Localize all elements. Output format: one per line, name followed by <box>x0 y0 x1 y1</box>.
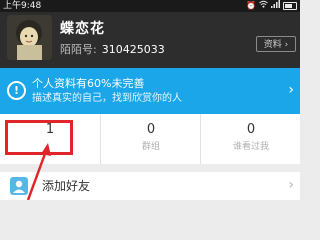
profile-id: 陌陌号: 310425033 <box>60 43 165 56</box>
status-time: 上午9:48 <box>3 1 42 11</box>
stat-label: 群组 <box>141 142 160 152</box>
notice-title: 个人资料有60%未完善 <box>32 77 145 90</box>
status-icons: ⏰ <box>246 0 297 12</box>
status-bar: 上午9:48 ⏰ <box>0 0 300 12</box>
add-person-icon <box>10 177 28 195</box>
profile-button[interactable]: 资料 › <box>256 36 296 52</box>
add-friend-row[interactable]: 添加好友 › <box>0 172 300 200</box>
stat-value: 0 <box>246 122 256 137</box>
chevron-right-icon: › <box>288 177 294 193</box>
stat-item-groups[interactable]: 0 群组 <box>100 114 201 164</box>
section-divider <box>0 164 300 172</box>
wifi-icon <box>259 0 268 12</box>
profile-header: 蝶恋花 陌陌号: 310425033 资料 › <box>0 12 300 68</box>
chevron-right-icon: › <box>284 40 289 50</box>
notice-subtitle: 描述真实的自己，找到欣赏你的人 <box>32 93 182 104</box>
profile-name: 蝶恋花 <box>60 21 105 37</box>
profile-completion-notice[interactable]: ! 个人资料有60%未完善 描述真实的自己，找到欣赏你的人 › <box>0 68 300 114</box>
add-friend-label: 添加好友 <box>42 179 91 193</box>
stat-value: 0 <box>146 122 156 137</box>
highlight-box <box>5 120 73 155</box>
chevron-right-icon: › <box>288 82 294 98</box>
exclamation-icon: ! <box>7 81 26 100</box>
stat-item-visitors[interactable]: 0 谁看过我 <box>200 114 300 164</box>
battery-icon <box>283 2 297 10</box>
profile-button-label: 资料 <box>263 40 282 50</box>
alarm-icon: ⏰ <box>246 1 256 10</box>
signal-icon <box>271 0 280 12</box>
profile-id-value: 310425033 <box>101 43 165 56</box>
profile-id-label: 陌陌号: <box>60 43 97 56</box>
profile-screen: 上午9:48 ⏰ 蝶恋花 陌陌号: 310425033 资料 › ! 个人资料有… <box>0 0 300 200</box>
stat-label: 谁看过我 <box>232 142 269 152</box>
avatar[interactable] <box>7 15 52 60</box>
